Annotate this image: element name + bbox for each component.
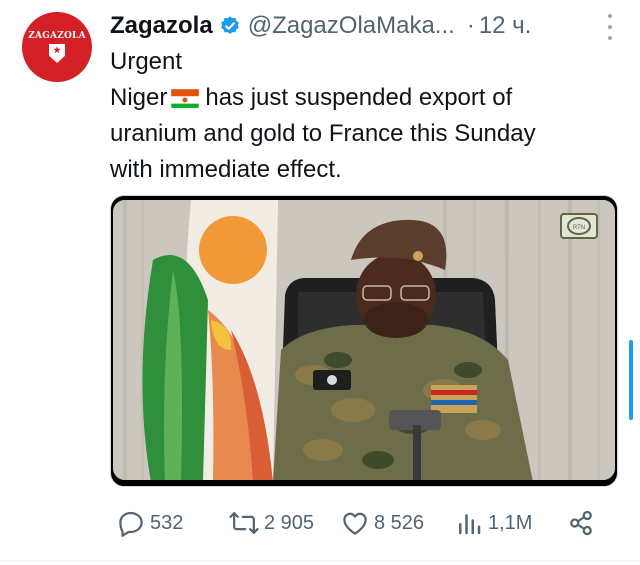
views-icon bbox=[454, 508, 484, 538]
reply-icon bbox=[116, 508, 146, 538]
repost-icon bbox=[228, 508, 260, 538]
media-image: RTN bbox=[113, 200, 615, 480]
tweet-media[interactable]: RTN bbox=[110, 195, 618, 487]
niger-flag-icon bbox=[171, 86, 200, 108]
views-count: 1,1M bbox=[488, 511, 533, 534]
repost-count: 2 905 bbox=[264, 511, 315, 534]
like-count: 8 526 bbox=[374, 511, 425, 534]
tweet-header: Zagazola @ZagazOlaMaka... · 12 ч. bbox=[110, 8, 635, 44]
share-icon bbox=[566, 508, 596, 538]
avatar[interactable]: ZAGAZOLA bbox=[22, 12, 92, 82]
timestamp[interactable]: 12 ч. bbox=[479, 12, 532, 40]
action-bar: 532 2 905 8 526 1,1M bbox=[110, 506, 630, 540]
tweet-line-2-start: Niger bbox=[110, 84, 168, 111]
avatar-text: ZAGAZOLA bbox=[28, 31, 86, 41]
separator-dot: · bbox=[466, 12, 475, 39]
tweet-line-2: Niger has just suspended export of bbox=[110, 80, 630, 116]
repost-button[interactable]: 2 905 bbox=[228, 506, 314, 540]
reply-count: 532 bbox=[150, 511, 184, 534]
like-icon bbox=[340, 508, 370, 538]
verified-badge-icon[interactable] bbox=[219, 15, 241, 37]
author-name[interactable]: Zagazola bbox=[110, 12, 213, 40]
reply-button[interactable]: 532 bbox=[116, 506, 183, 540]
more-options-icon[interactable] bbox=[607, 14, 613, 40]
like-button[interactable]: 8 526 bbox=[340, 506, 424, 540]
tweet-line-4: with immediate effect. bbox=[110, 156, 342, 183]
author-handle[interactable]: @ZagazOlaMaka... bbox=[248, 12, 455, 40]
views-button[interactable]: 1,1M bbox=[454, 506, 532, 540]
bottom-divider bbox=[0, 560, 640, 561]
share-button[interactable] bbox=[566, 506, 596, 540]
tweet-text: Urgent Niger has just suspended export of… bbox=[110, 44, 630, 188]
avatar-shield-icon bbox=[49, 44, 65, 63]
scroll-indicator[interactable] bbox=[629, 340, 633, 420]
tweet-line-1: Urgent bbox=[110, 48, 183, 75]
tweet-line-2-end: has just suspended export of bbox=[205, 84, 513, 111]
channel-logo-text: RTN bbox=[573, 225, 585, 231]
tweet-line-3: uranium and gold to France this Sunday bbox=[110, 120, 536, 147]
